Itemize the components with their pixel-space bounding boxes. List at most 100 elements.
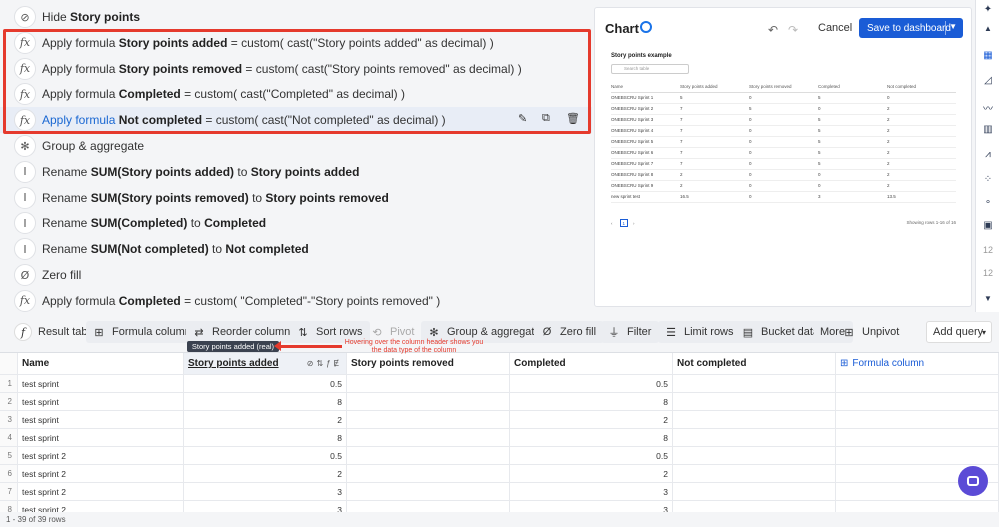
formula-icon[interactable]: ƒ	[326, 359, 333, 368]
hide-column-icon[interactable]: ⊘	[307, 359, 317, 368]
unpivot-button[interactable]: ⊞ Unpivot	[838, 321, 903, 343]
step-item[interactable]: fx Apply formula Completed = custom( cast…	[0, 81, 592, 107]
table-cell	[673, 411, 836, 428]
hide-icon: ⊘	[14, 6, 36, 28]
step-expression: = custom( "Completed"-"Story points remo…	[184, 293, 441, 308]
preview-header-row: Name Story points added Story points remov…	[611, 81, 956, 93]
bar-chart-icon[interactable]: ▥	[980, 124, 996, 138]
edit-icon[interactable]: ✎	[518, 112, 532, 126]
preview-search-input[interactable]: Search table	[611, 64, 689, 74]
limit-rows-button[interactable]: ☰ Limit rows	[658, 321, 742, 343]
formula-icon: fx	[14, 57, 36, 80]
column-header[interactable]: Story points removed	[347, 353, 510, 374]
step-item[interactable]: fx Apply formula Story points added = cus…	[0, 30, 592, 56]
sort-icon[interactable]: ⇅	[317, 359, 327, 368]
page-number[interactable]: 1	[619, 219, 628, 227]
line-chart-icon[interactable]: 〰	[980, 100, 996, 115]
rename-icon: I	[14, 238, 36, 261]
preview-header-cell[interactable]: Name	[611, 81, 680, 93]
column-header[interactable]: Story points added ⊘⇅ƒɆ	[184, 353, 347, 374]
kpi-icon[interactable]: ▣	[980, 220, 996, 234]
table-row[interactable]: 1 test sprint 0.5 0.5	[0, 375, 999, 393]
step-item[interactable]: fx Apply formula Story points removed = c…	[0, 56, 592, 82]
table-row[interactable]: 8 test sprint 233	[0, 501, 999, 512]
combo-chart-icon[interactable]: ⩘	[980, 149, 996, 163]
table-icon[interactable]: ▦	[980, 50, 996, 64]
chevron-down-icon[interactable]: ▼	[980, 294, 996, 308]
gear-icon[interactable]	[640, 21, 652, 33]
chevron-left-icon[interactable]: ‹	[611, 221, 613, 226]
step-item[interactable]: I Rename SUM(Story points added) to Story…	[0, 159, 592, 185]
visualization-toolbar: ✦ ▲ ▦ ◿ 〰 ▥ ⩘ ⁘ ∘ ▣ 12 12 ▼	[975, 0, 999, 312]
preview-header-cell[interactable]: Not completed	[887, 81, 956, 93]
formula-icon: fx	[14, 109, 36, 132]
step-text: Rename SUM(Story points added) to Story …	[42, 165, 359, 179]
column-header[interactable]: Name	[18, 353, 184, 374]
redo-icon[interactable]: ↷	[788, 23, 798, 37]
reorder-columns-button[interactable]: ⇄ Reorder columns	[186, 321, 304, 343]
rename-icon[interactable]: Ɇ	[334, 359, 342, 368]
step-item[interactable]: I Rename SUM(Not completed) to Not comple…	[0, 236, 592, 262]
step-item[interactable]: fx Apply formula Completed = custom( "Com…	[0, 288, 592, 314]
column-header[interactable]: ⊞ Formula column	[836, 353, 999, 374]
chevron-up-icon[interactable]: ▲	[980, 24, 996, 38]
undo-icon[interactable]: ↶	[768, 23, 778, 37]
table-cell: 2	[510, 465, 673, 482]
table-row[interactable]: 2 test sprint 8 8	[0, 393, 999, 411]
delete-icon[interactable]: 🗑	[566, 112, 580, 126]
chevron-down-icon[interactable]: ▼	[949, 22, 957, 31]
area-chart-icon[interactable]: ◿	[980, 75, 996, 89]
preview-cell: 13.5	[887, 191, 956, 203]
table-row[interactable]: 3 test sprint 2 2	[0, 411, 999, 429]
zero-fill-button[interactable]: Ø Zero fill	[534, 321, 605, 343]
sort-icon: ⇅	[298, 326, 308, 339]
add-query-button[interactable]: Add query ▾	[926, 321, 992, 343]
step-item[interactable]: ⊘ Hide Story points	[0, 4, 592, 30]
step-prefix: Rename	[42, 190, 88, 205]
preview-header-cell[interactable]: Completed	[818, 81, 887, 93]
preview-row: ONEBSCRU Sprint 57052	[611, 136, 956, 148]
step-item[interactable]: I Rename SUM(Story points removed) to Sto…	[0, 185, 592, 211]
save-to-dashboard-button[interactable]: Save to dashboard ▼	[859, 18, 963, 38]
step-prefix: Zero fill	[42, 268, 82, 282]
column-header[interactable]: Completed	[510, 353, 673, 374]
table-row[interactable]: 6 test sprint 222	[0, 465, 999, 483]
table-row[interactable]: 7 test sprint 233	[0, 483, 999, 501]
scatter-chart-icon[interactable]: ⁘	[980, 174, 996, 188]
step-item[interactable]: fx Apply formula Not completed = custom( …	[0, 107, 592, 134]
copy-icon[interactable]: ⧉	[542, 112, 556, 126]
row-count: 1 - 39 of 39 rows	[6, 515, 66, 524]
step-prefix: Rename	[42, 164, 88, 179]
preview-header-cell[interactable]: Story points removed	[749, 81, 818, 93]
number-icon[interactable]: 12	[980, 245, 996, 259]
step-item[interactable]: ✻ Group & aggregate	[0, 133, 592, 159]
number-trend-icon[interactable]: 12	[980, 268, 996, 282]
table-cell: test sprint	[18, 375, 184, 392]
preview-header-cell[interactable]: Story points added	[680, 81, 749, 93]
group-icon: ✻	[429, 326, 439, 339]
preview-cell: 5	[818, 147, 887, 159]
cancel-button[interactable]: Cancel	[818, 22, 852, 34]
column-header[interactable]: Not completed	[673, 353, 836, 374]
filter-button[interactable]: ⏚ Filter	[601, 321, 660, 343]
magic-wand-icon[interactable]: ✦	[980, 4, 996, 18]
chat-button[interactable]	[958, 466, 988, 496]
table-cell	[673, 429, 836, 446]
row-number-header	[0, 353, 18, 374]
chevron-right-icon[interactable]: ›	[633, 221, 635, 226]
preview-row: ONEBSCRU Sprint 27502	[611, 103, 956, 115]
showing-rows-text: Showing rows 1-16 of 16	[906, 220, 956, 225]
preview-cell: ONEBSCRU Sprint 2	[611, 103, 680, 115]
table-cell: 0.5	[184, 447, 347, 464]
bubble-chart-icon[interactable]: ∘	[980, 197, 996, 211]
table-cell: 2	[510, 411, 673, 428]
step-item[interactable]: Ø Zero fill	[0, 262, 592, 288]
preview-cell: 0	[818, 169, 887, 181]
table-cell	[836, 375, 999, 392]
step-item[interactable]: I Rename SUM(Completed) to Completed	[0, 210, 592, 236]
table-cell	[347, 465, 510, 482]
table-row[interactable]: 4 test sprint 8 8	[0, 429, 999, 447]
table-row[interactable]: 5 test sprint 2 0.5 0.5	[0, 447, 999, 465]
step-text: Hide Story points	[42, 10, 140, 24]
formula-column-button[interactable]: ⊞ Formula column	[86, 321, 199, 343]
